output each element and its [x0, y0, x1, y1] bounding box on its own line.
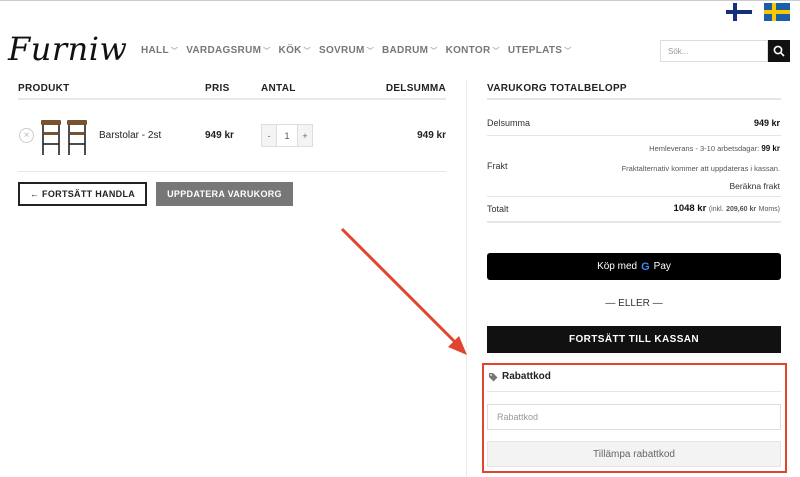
annotation-arrow-icon [340, 227, 467, 355]
